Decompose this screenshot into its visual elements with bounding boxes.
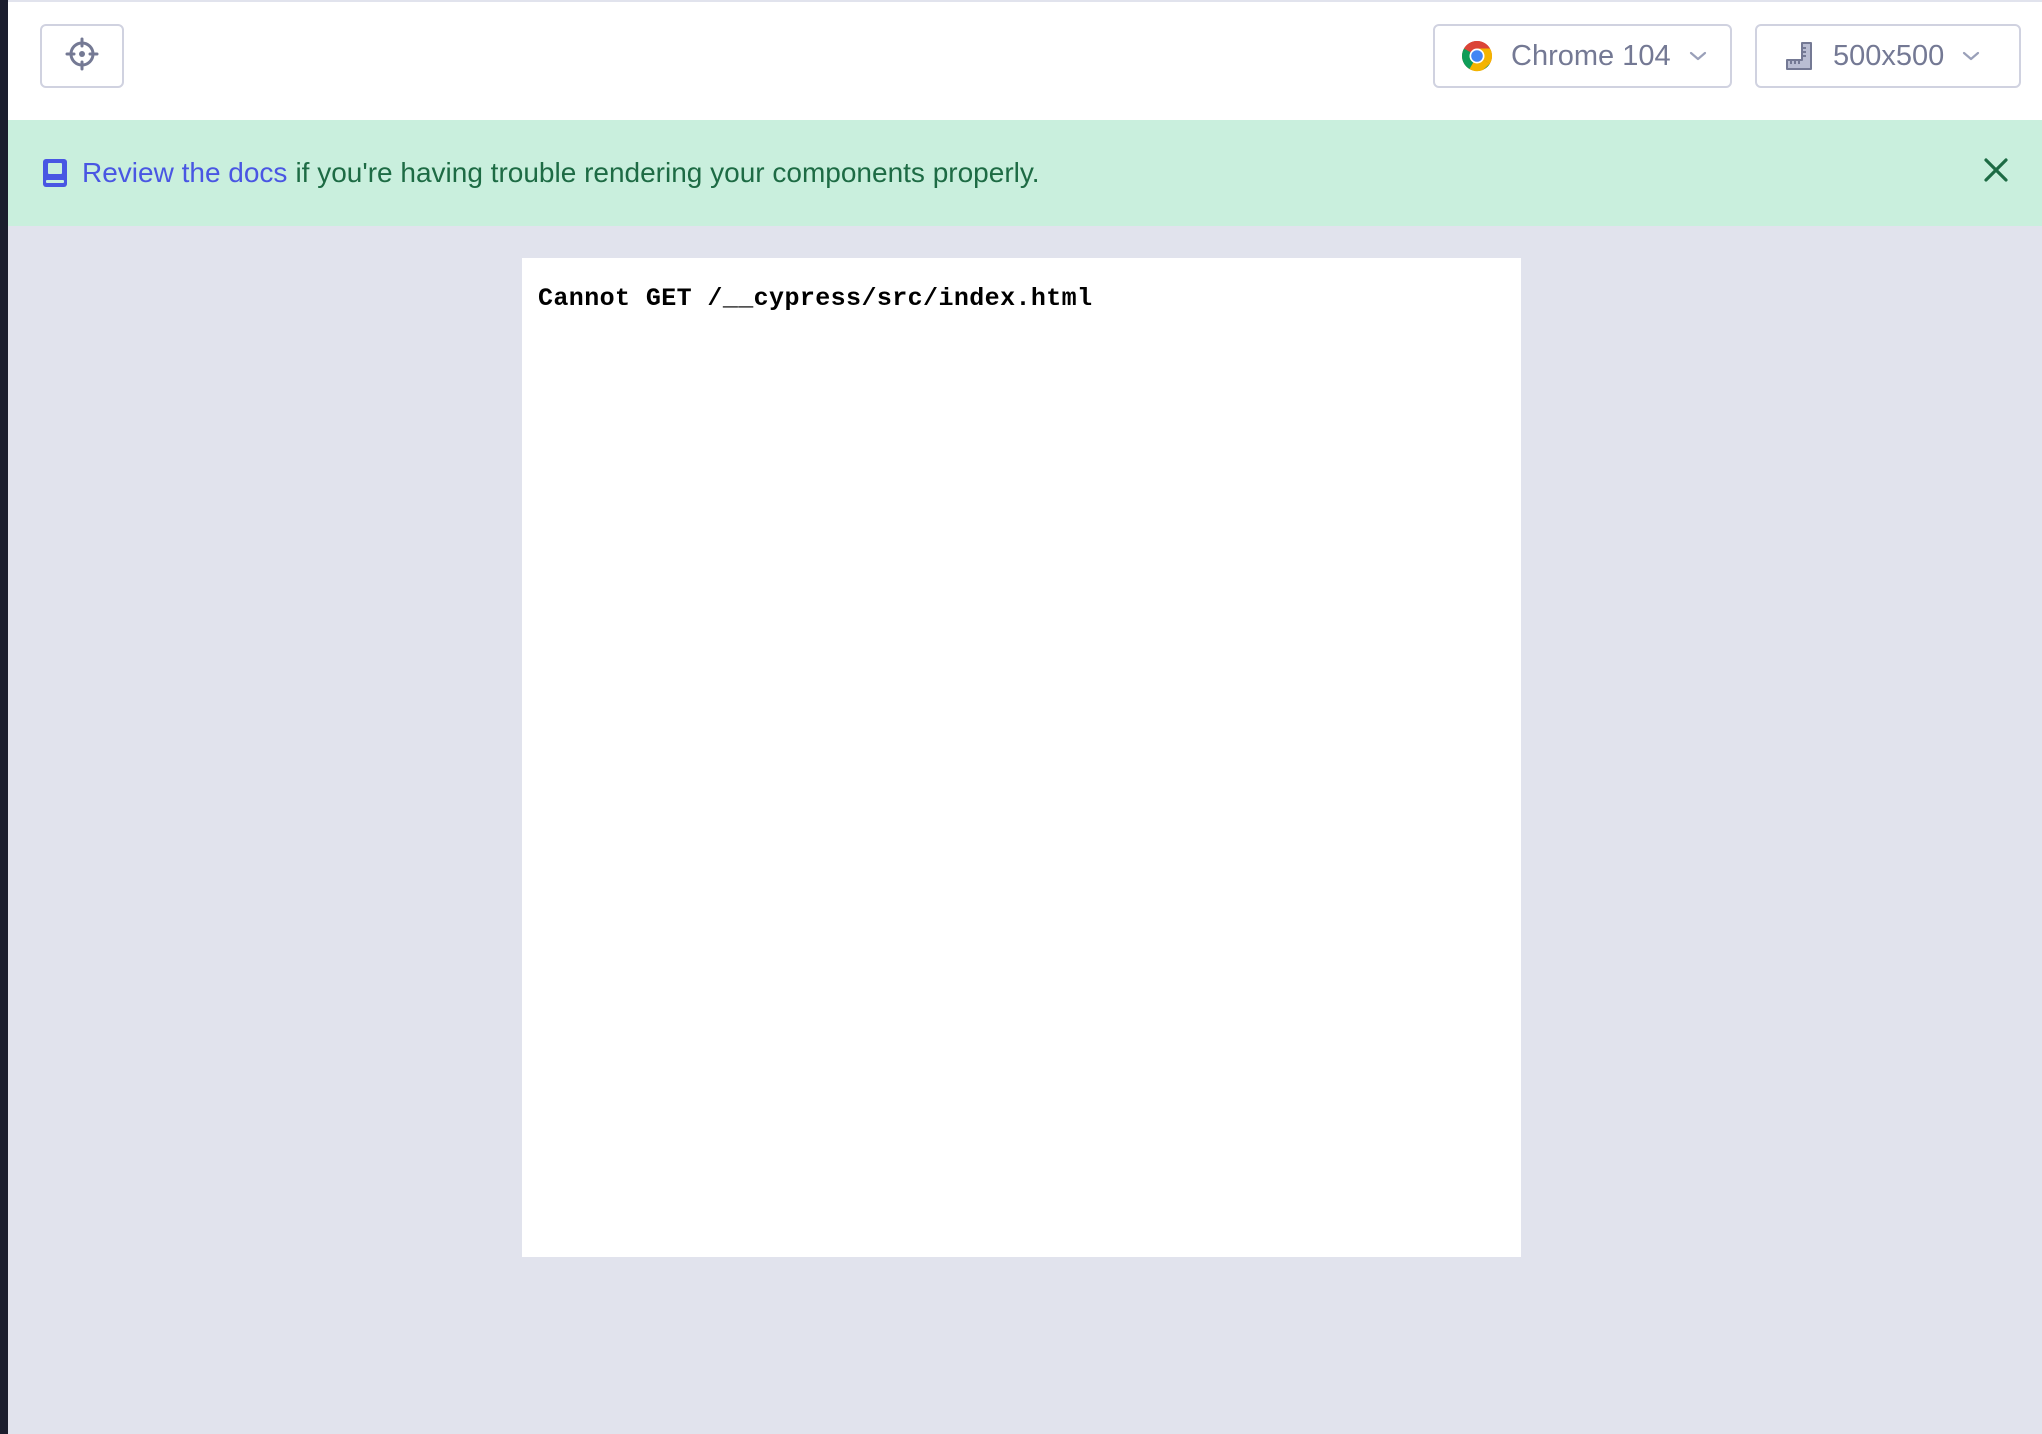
browser-label: Chrome 104	[1511, 39, 1671, 72]
runner-toolbar: Chrome 104 500x500	[8, 0, 2042, 120]
left-edge-strip	[0, 0, 8, 1434]
ruler-icon	[1783, 40, 1815, 72]
review-docs-link[interactable]: Review the docs	[82, 157, 287, 189]
docs-info-banner: Review the docs if you're having trouble…	[8, 120, 2042, 226]
chevron-down-icon	[1962, 50, 1980, 62]
browser-dropdown[interactable]: Chrome 104	[1433, 24, 1732, 88]
component-preview-frame: Cannot GET /__cypress/src/index.html	[522, 258, 1521, 1257]
error-message: Cannot GET /__cypress/src/index.html	[538, 284, 1093, 313]
crosshair-icon	[65, 37, 99, 76]
chrome-icon	[1461, 40, 1493, 72]
banner-message: if you're having trouble rendering your …	[295, 157, 1040, 188]
book-icon	[42, 158, 68, 188]
viewport-dropdown[interactable]: 500x500	[1755, 24, 2021, 88]
chevron-down-icon	[1689, 50, 1707, 62]
close-icon	[1983, 157, 2009, 190]
selector-playground-button[interactable]	[40, 24, 124, 88]
viewport-label: 500x500	[1833, 39, 1945, 72]
dismiss-banner-button[interactable]	[1976, 153, 2016, 193]
